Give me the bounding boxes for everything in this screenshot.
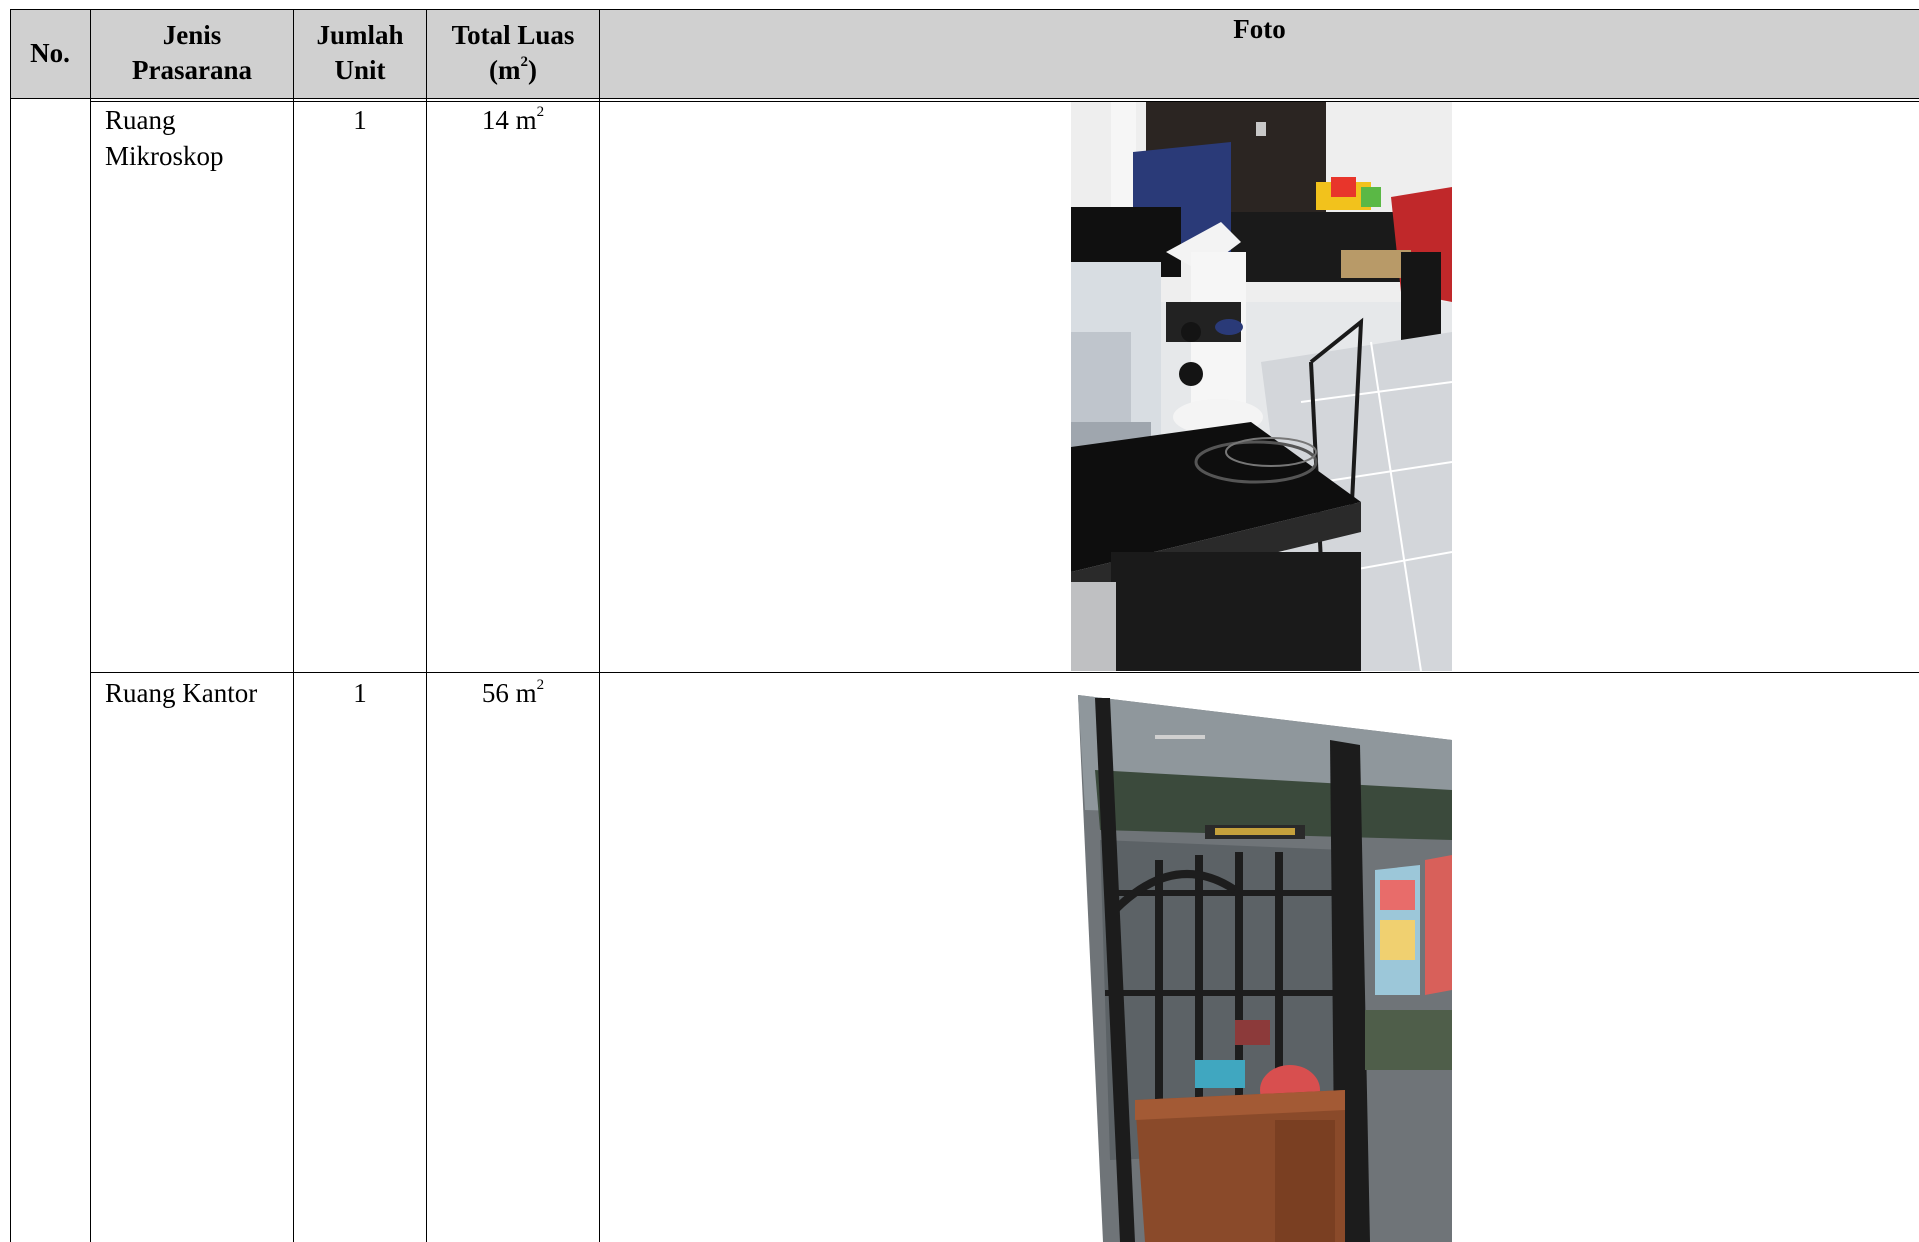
table-left-border [10, 9, 11, 1242]
office-room-photo [1075, 690, 1452, 1242]
header-no: No. [30, 38, 70, 68]
row2-luas: 56 m2 [481, 677, 545, 709]
row1-jenis: Ruang Mikroskop [105, 105, 224, 171]
row1-luas: 14 m2 [481, 104, 545, 136]
col-divider-luas [599, 9, 600, 1242]
header-foto: Foto [1233, 14, 1286, 44]
microscope-room-photo [1071, 102, 1452, 671]
col-divider-jenis [293, 9, 294, 1242]
header-jenis-prasarana: Jenis Prasarana [132, 20, 252, 85]
row2-jenis: Ruang Kantor [105, 678, 258, 708]
col-divider-jumlah [426, 9, 427, 1242]
row1-jumlah: 1 [353, 105, 367, 135]
header-jumlah-unit: Jumlah Unit [316, 20, 404, 85]
header-total-luas: Total Luas (m2) [451, 20, 575, 85]
col-divider-no [90, 9, 91, 1242]
table-top-border [10, 9, 1919, 10]
row-divider [91, 672, 1919, 673]
row2-jumlah: 1 [353, 678, 367, 708]
header-bottom-border [10, 98, 1919, 99]
